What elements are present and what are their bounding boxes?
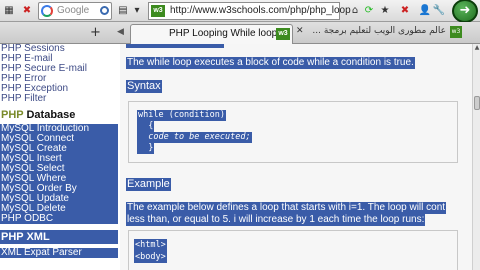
close-page-icon[interactable]: ✖ (398, 4, 412, 18)
user-icon[interactable]: 👤 (418, 4, 432, 18)
dropdown-arrow-icon[interactable]: ▾ (130, 4, 144, 18)
search-engine-icon[interactable]: ▤ (116, 4, 130, 18)
bookmark-icon[interactable]: ▦ (2, 4, 16, 18)
sidebar-heading-xml: PHP XML (0, 230, 118, 244)
example-heading: Example (126, 178, 171, 191)
new-tab-button[interactable]: + (90, 25, 101, 40)
stop-icon[interactable]: ✖ (20, 4, 34, 18)
star-icon[interactable]: ★ (378, 4, 392, 18)
code-line: } (137, 143, 155, 154)
search-placeholder: Google (57, 5, 90, 16)
home-icon[interactable]: ⌂ (348, 4, 362, 18)
forward-button[interactable]: ➜ (452, 0, 478, 23)
tab-title: PHP Looping While loops (169, 28, 283, 39)
sidebar-item-xml-expat-parser[interactable]: XML Expat Parser (0, 248, 118, 258)
tab-inactive-favicon: w3 (450, 26, 462, 38)
syntax-code-box: while (condition) { code to be executed;… (128, 101, 458, 163)
code-line: { (137, 121, 155, 132)
code-line: <body> (134, 251, 167, 263)
search-icon[interactable] (100, 6, 109, 15)
example-description: The example below defines a loop that st… (126, 202, 472, 226)
sidebar-heading-database: PHP Database (0, 106, 118, 124)
heading-rest: Database (23, 109, 76, 121)
tab-active[interactable]: PHP Looping While loops w3 (130, 24, 293, 44)
address-bar[interactable]: w3 http://www.w3schools.com/php/php_loop (148, 2, 351, 20)
tab-inactive-title: عالم مطورى الويب لتعليم برمجة ... (312, 26, 446, 36)
example-desc-line: less than, or equal to 5. i will increas… (126, 214, 426, 226)
heading-prefix: PHP (1, 109, 24, 121)
example-code-box: <html> <body> (128, 230, 458, 270)
main-content: The while loop executes a block of code … (120, 44, 472, 270)
site-favicon: w3 (151, 5, 165, 17)
tab-close-icon[interactable]: ✕ (296, 26, 304, 36)
page-heading-fragment (126, 44, 224, 48)
sidebar: PHP Sessions PHP E-mail PHP Secure E-mai… (0, 44, 118, 270)
browser-toolbar: ▦ ✖ Google ▤ ▾ w3 http://www.w3schools.c… (0, 0, 480, 23)
tab-strip: + ◀ PHP Looping While loops w3 ✕ عالم مط… (0, 22, 480, 44)
google-icon (41, 5, 53, 17)
vertical-scrollbar[interactable]: ▲ (472, 44, 480, 270)
tab-scroll-back-icon[interactable]: ◀ (117, 27, 124, 37)
tab-inactive[interactable]: ✕ عالم مطورى الويب لتعليم برمجة ... w3 (296, 26, 466, 42)
sidebar-item-php-filter[interactable]: PHP Filter (0, 94, 118, 104)
refresh-icon[interactable]: ⟳ (362, 4, 376, 18)
code-line: while (condition) (137, 110, 226, 121)
address-text[interactable]: http://www.w3schools.com/php/php_loop (170, 5, 351, 16)
syntax-heading: Syntax (126, 80, 162, 93)
code-line: code to be executed; (137, 132, 252, 143)
intro-text: The while loop executes a block of code … (126, 57, 415, 69)
search-input[interactable]: Google (38, 2, 112, 20)
scroll-thumb[interactable] (474, 96, 480, 110)
example-desc-line: The example below defines a loop that st… (126, 202, 447, 214)
code-line: <html> (134, 239, 167, 251)
tab-favicon: w3 (276, 28, 290, 40)
scroll-up-icon[interactable]: ▲ (473, 44, 480, 52)
tools-icon[interactable]: 🔧 (432, 4, 446, 18)
sidebar-item-php-odbc[interactable]: PHP ODBC (0, 214, 118, 224)
